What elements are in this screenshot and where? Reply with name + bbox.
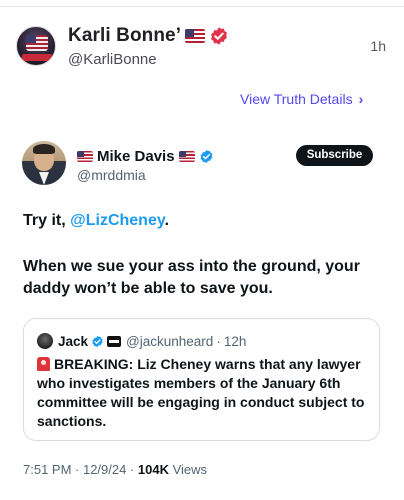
quoted-author-name: Jack <box>58 333 89 349</box>
embedded-author-handle[interactable]: @mrddmia <box>77 167 146 183</box>
truth-author-name[interactable]: Karli Bonne’ <box>68 25 181 47</box>
post-datetime: 7:51 PM · 12/9/24 · <box>23 462 138 477</box>
quoted-post-card[interactable]: Jack @jackunheard · 12h BREAKING: Liz Ch… <box>23 318 380 441</box>
siren-icon <box>37 357 50 371</box>
verified-badge-icon <box>200 149 212 163</box>
truth-timestamp: 1h <box>370 38 386 54</box>
quoted-author-handle: @jackunheard <box>126 333 214 349</box>
verified-badge-icon <box>92 335 103 347</box>
separator-dot: · <box>216 333 221 349</box>
us-flag-icon <box>178 150 195 162</box>
text-prefix: Try it, <box>23 212 71 229</box>
truth-author-handle[interactable]: @KarliBonne <box>68 51 157 68</box>
embedded-author-name-row: Mike Davis <box>77 146 214 166</box>
truth-author-avatar[interactable] <box>16 26 56 66</box>
quoted-author-avatar <box>37 333 53 349</box>
us-flag-icon <box>77 150 93 162</box>
embedded-post-meta: 7:51 PM · 12/9/24 · 104K Views <box>23 462 207 477</box>
quoted-post-text: BREAKING: Liz Cheney warns that any lawy… <box>37 356 365 429</box>
view-truth-details-link[interactable]: View Truth Details › <box>240 91 363 107</box>
embedded-author-name[interactable]: Mike Davis <box>97 148 175 165</box>
view-truth-details-label: View Truth Details <box>240 91 353 107</box>
us-flag-icon <box>185 29 205 43</box>
views-label: Views <box>168 462 208 477</box>
embedded-author-avatar[interactable] <box>22 141 66 185</box>
quoted-post-header: Jack @jackunheard · 12h <box>37 333 246 349</box>
quoted-post-timestamp: 12h <box>223 333 247 349</box>
text-suffix: . <box>164 212 170 229</box>
subscribe-button[interactable]: Subscribe <box>296 145 373 166</box>
affiliate-badge-icon <box>107 335 122 347</box>
quoted-post-text-block: BREAKING: Liz Cheney warns that any lawy… <box>37 355 372 431</box>
truth-header: Karli Bonne’ @KarliBonne 1h <box>14 24 394 76</box>
views-count: 104K <box>137 462 169 477</box>
top-divider <box>0 0 404 7</box>
mention-link[interactable]: @LizCheney <box>70 212 164 229</box>
embedded-post-text-line1: Try it, @LizCheney. <box>23 210 383 232</box>
verified-badge-icon <box>211 27 227 45</box>
embedded-post-text-line2: When we sue your ass into the ground, yo… <box>23 258 360 297</box>
chevron-right-icon: › <box>358 91 364 107</box>
